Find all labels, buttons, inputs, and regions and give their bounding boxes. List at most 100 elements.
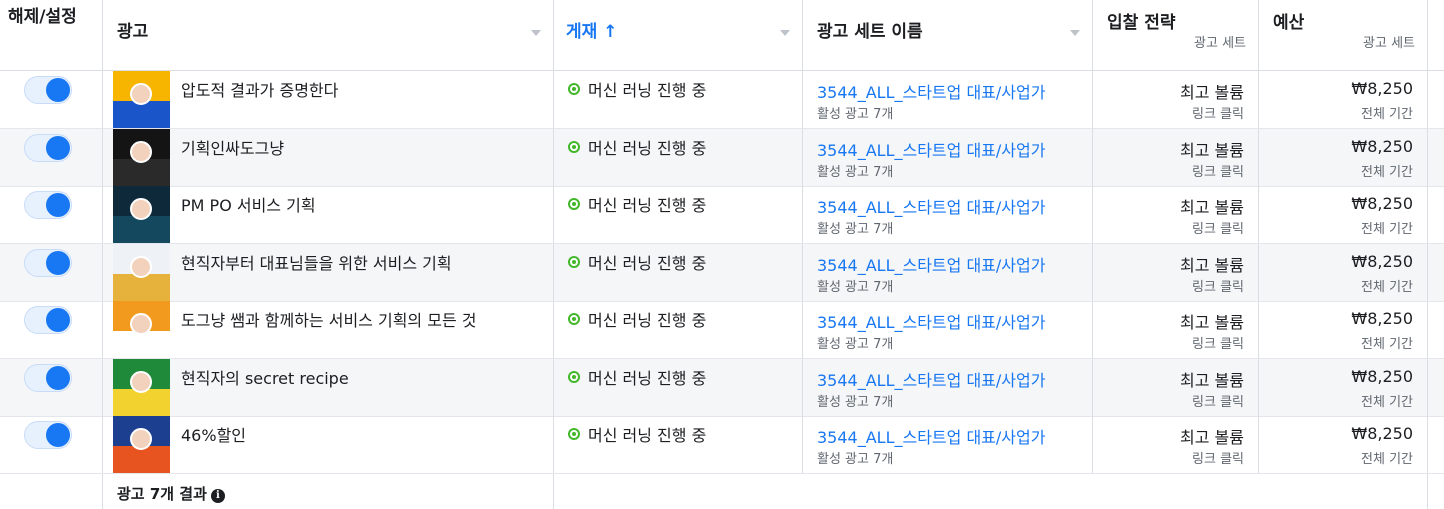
- ad-thumbnail[interactable]: [113, 243, 170, 301]
- adset-name-link[interactable]: 3544_ALL_스타트업 대표/사업가: [817, 194, 1045, 218]
- column-overflow: [1428, 0, 1444, 70]
- ad-thumbnail[interactable]: [113, 128, 170, 186]
- toggle-knob: [46, 365, 70, 390]
- column-toggle[interactable]: 해제/설정: [0, 0, 103, 70]
- budget-value: ₩8,250: [1351, 424, 1413, 443]
- table-row: 46%할인 머신 러닝 진행 중 3544_ALL_스타트업 대표/사업가 활성…: [0, 416, 1444, 474]
- overflow-cell: [1428, 129, 1444, 186]
- table-row: PM PO 서비스 기획 머신 러닝 진행 중 3544_ALL_스타트업 대표…: [0, 186, 1444, 244]
- adset-active-ads: 활성 광고 7개: [817, 394, 894, 410]
- ad-cell: 도그냥 쌤과 함께하는 서비스 기획의 모든 것: [103, 301, 554, 358]
- ad-toggle-switch[interactable]: [24, 133, 72, 162]
- table-header: 해제/설정 광고 게재 ↑ 광고 세트 이름 입찰 전략 광고 세트 예산 광고…: [0, 0, 1444, 71]
- chevron-down-icon[interactable]: [780, 30, 790, 36]
- budget-cell: ₩8,250 전체 기간: [1259, 301, 1428, 358]
- status-dot-icon: [568, 313, 580, 325]
- budget-cell: ₩8,250 전체 기간: [1259, 71, 1428, 128]
- column-ad[interactable]: 광고: [103, 0, 554, 70]
- ad-thumbnail[interactable]: [113, 71, 170, 128]
- adset-cell: 3544_ALL_스타트업 대표/사업가 활성 광고 7개: [803, 301, 1093, 358]
- budget-cell: ₩8,250 전체 기간: [1259, 358, 1428, 416]
- ad-thumbnail[interactable]: [113, 186, 170, 243]
- ads-table: 해제/설정 광고 게재 ↑ 광고 세트 이름 입찰 전략 광고 세트 예산 광고…: [0, 0, 1444, 509]
- budget-value: ₩8,250: [1351, 79, 1413, 98]
- overflow-cell: [1428, 416, 1444, 473]
- budget-value: ₩8,250: [1351, 366, 1413, 386]
- overflow-cell: [1428, 301, 1444, 358]
- thumbnail-avatar: [130, 370, 152, 393]
- thumbnail-avatar: [130, 255, 152, 278]
- toggle-knob: [46, 423, 70, 447]
- column-delivery-label: 게재 ↑: [566, 22, 618, 42]
- adset-name-link[interactable]: 3544_ALL_스타트업 대표/사업가: [817, 309, 1045, 333]
- thumbnail-avatar: [130, 428, 152, 450]
- table-row: 기획인싸도그냥 머신 러닝 진행 중 3544_ALL_스타트업 대표/사업가 …: [0, 128, 1444, 187]
- adset-active-ads: 활성 광고 7개: [817, 337, 894, 352]
- ad-cell: 현직자부터 대표님들을 위한 서비스 기획: [103, 243, 554, 301]
- ad-toggle-switch[interactable]: [24, 363, 72, 392]
- chevron-down-icon[interactable]: [1070, 30, 1080, 36]
- budget-cell: ₩8,250 전체 기간: [1259, 186, 1428, 243]
- ad-name[interactable]: PM PO 서비스 기획: [181, 192, 316, 216]
- info-icon[interactable]: i: [210, 489, 225, 503]
- ad-name[interactable]: 압도적 결과가 증명한다: [181, 77, 338, 101]
- bid-cell: 최고 볼륨 링크 클릭: [1093, 358, 1259, 416]
- budget-period: 전체 기간: [1361, 394, 1413, 410]
- chevron-down-icon[interactable]: [531, 30, 541, 36]
- adset-cell: 3544_ALL_스타트업 대표/사업가 활성 광고 7개: [803, 243, 1093, 301]
- delivery-status: 머신 러닝 진행 중: [588, 81, 707, 100]
- status-dot-icon: [568, 198, 580, 210]
- adset-name-link[interactable]: 3544_ALL_스타트업 대표/사업가: [817, 424, 1045, 448]
- ad-name[interactable]: 기획인싸도그냥: [181, 135, 284, 159]
- delivery-cell: 머신 러닝 진행 중: [554, 358, 803, 416]
- bid-strategy-value: 최고 볼륨: [1180, 140, 1244, 160]
- toggle-cell: [0, 243, 103, 301]
- ad-toggle-switch[interactable]: [24, 248, 72, 277]
- bid-strategy-sub: 링크 클릭: [1192, 107, 1244, 122]
- delivery-cell: 머신 러닝 진행 중: [554, 243, 803, 301]
- adset-active-ads: 활성 광고 7개: [817, 107, 894, 122]
- ad-thumbnail[interactable]: [113, 358, 170, 416]
- footer-blank: [554, 474, 1428, 509]
- table-row: 도그냥 쌤과 함께하는 서비스 기획의 모든 것 머신 러닝 진행 중 3544…: [0, 301, 1444, 359]
- ad-name[interactable]: 현직자의 secret recipe: [181, 365, 349, 389]
- ad-thumbnail[interactable]: [113, 416, 170, 473]
- ad-thumbnail[interactable]: [113, 301, 170, 358]
- ad-toggle-switch[interactable]: [24, 76, 72, 104]
- adset-name-link[interactable]: 3544_ALL_스타트업 대표/사업가: [817, 367, 1045, 391]
- column-budget[interactable]: 예산 광고 세트: [1259, 0, 1428, 70]
- bid-strategy-sub: 링크 클릭: [1192, 222, 1244, 237]
- status-dot-icon: [568, 140, 580, 153]
- ad-toggle-switch[interactable]: [24, 421, 72, 449]
- toggle-cell: [0, 186, 103, 243]
- bid-strategy-sub: 링크 클릭: [1192, 394, 1244, 410]
- column-delivery[interactable]: 게재 ↑: [554, 0, 803, 70]
- budget-value: ₩8,250: [1351, 309, 1413, 328]
- toggle-cell: [0, 358, 103, 416]
- budget-value: ₩8,250: [1351, 251, 1413, 271]
- ad-name[interactable]: 현직자부터 대표님들을 위한 서비스 기획: [181, 250, 452, 274]
- ad-toggle-switch[interactable]: [24, 191, 72, 219]
- toggle-knob: [46, 135, 70, 160]
- column-bid-sub: 광고 세트: [1194, 36, 1246, 51]
- overflow-cell: [1428, 186, 1444, 243]
- status-dot-icon: [568, 83, 580, 95]
- ad-name[interactable]: 46%할인: [181, 422, 246, 446]
- results-summary: 광고 7개 결과 i: [117, 483, 225, 504]
- column-bid-strategy[interactable]: 입찰 전략 광고 세트: [1093, 0, 1259, 70]
- ad-name[interactable]: 도그냥 쌤과 함께하는 서비스 기획의 모든 것: [181, 307, 476, 331]
- thumbnail-avatar: [130, 313, 152, 335]
- bid-cell: 최고 볼륨 링크 클릭: [1093, 301, 1259, 358]
- adset-name-link[interactable]: 3544_ALL_스타트업 대표/사업가: [817, 137, 1045, 161]
- thumbnail-avatar: [130, 140, 152, 163]
- adset-name-link[interactable]: 3544_ALL_스타트업 대표/사업가: [817, 252, 1045, 276]
- delivery-status: 머신 러닝 진행 중: [588, 311, 707, 330]
- ad-toggle-switch[interactable]: [24, 306, 72, 334]
- thumbnail-bottom: [113, 101, 170, 128]
- column-budget-sub: 광고 세트: [1363, 36, 1415, 51]
- toggle-cell: [0, 71, 103, 128]
- budget-period: 전체 기간: [1361, 222, 1413, 237]
- adset-name-link[interactable]: 3544_ALL_스타트업 대표/사업가: [817, 79, 1045, 103]
- column-adset-name[interactable]: 광고 세트 이름: [803, 0, 1093, 70]
- thumbnail-bottom: [113, 273, 170, 301]
